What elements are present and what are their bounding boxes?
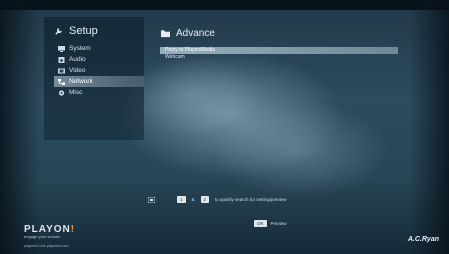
advance-options-list: Proxy to Playon/Media Webcam — [160, 47, 398, 61]
sidebar-title-label: Setup — [69, 25, 98, 37]
brand-accent-text: ! — [70, 224, 76, 235]
film-icon — [58, 68, 65, 73]
option-row-webcam[interactable]: Webcam — [160, 54, 398, 61]
sidebar-item-label: System — [69, 45, 91, 52]
preview-hint: OK Preview — [254, 220, 287, 227]
brand-logo: PLAYON! engage your senses playonhd.com … — [24, 224, 75, 248]
speaker-icon — [58, 56, 65, 63]
brand-url: playonhd.com playonhd.com — [24, 244, 69, 248]
sidebar-item-audio[interactable]: Audio — [54, 54, 144, 65]
page-title-label: Advance — [176, 28, 215, 39]
settings-menu: System Audio Video Network Misc — [54, 43, 144, 98]
option-row-proxy[interactable]: Proxy to Playon/Media — [160, 47, 398, 54]
network-icon — [58, 78, 65, 85]
key-separator: & — [191, 197, 195, 202]
preview-hint-text: Preview — [270, 221, 287, 226]
folder-icon — [161, 30, 170, 38]
page-title: Advance — [161, 28, 215, 39]
monitor-icon — [58, 45, 65, 52]
sidebar-item-label: Misc — [69, 89, 83, 96]
sidebar-item-misc[interactable]: Misc — [54, 87, 144, 98]
footer-hint: 1 & 2 to quickly search for setting/prev… — [148, 196, 286, 203]
sidebar-item-label: Audio — [69, 56, 86, 63]
top-frame-strip — [0, 0, 449, 10]
wrench-icon — [55, 27, 62, 35]
remote-icon — [148, 196, 155, 203]
gear-icon — [58, 89, 65, 96]
ok-key-badge: OK — [254, 220, 267, 227]
sidebar-item-label: Network — [69, 78, 93, 85]
sidebar-item-network[interactable]: Network — [54, 76, 144, 87]
key-badge-b: 2 — [200, 196, 210, 203]
key-badge-a: 1 — [177, 196, 186, 203]
sidebar-item-system[interactable]: System — [54, 43, 144, 54]
manufacturer-signature: A.C.Ryan — [407, 236, 439, 243]
sidebar-item-label: Video — [69, 67, 86, 74]
footer-hint-text: to quickly search for setting/preview — [215, 197, 287, 202]
sidebar-title: Setup — [54, 25, 98, 37]
sidebar-item-video[interactable]: Video — [54, 65, 144, 76]
